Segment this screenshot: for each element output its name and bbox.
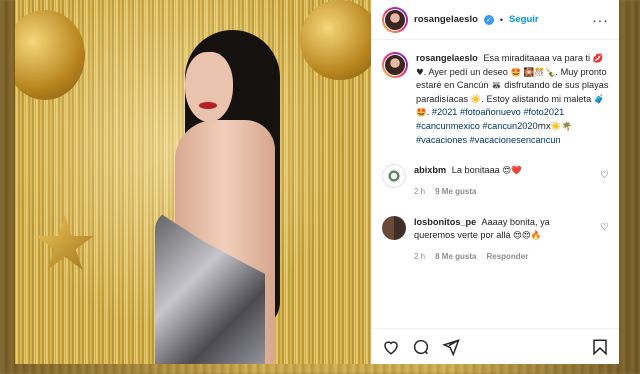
comment-avatar[interactable] bbox=[382, 164, 406, 189]
comment-body: losbonitos_pe Aaaay bonita, ya queremos … bbox=[414, 216, 609, 263]
comment-likes[interactable]: 8 Me gusta bbox=[435, 251, 476, 264]
post-photo[interactable] bbox=[15, 0, 371, 364]
follow-button[interactable]: Seguir bbox=[509, 14, 539, 25]
comment-meta: 2 h 9 Me gusta bbox=[414, 186, 593, 199]
heart-icon[interactable]: ♡ bbox=[600, 222, 609, 233]
hashtag[interactable]: #fotoañonuevo bbox=[460, 107, 521, 117]
comment-item: abixbm La bonitaaa 😍❤️ 2 h 9 Me gusta ♡ bbox=[382, 164, 609, 198]
verified-icon: ✓ bbox=[483, 14, 494, 25]
comment-meta: 2 h 8 Me gusta Responder bbox=[414, 251, 593, 264]
comment-avatar[interactable] bbox=[382, 216, 406, 241]
photo-lips bbox=[199, 102, 217, 109]
comment-text: La bonitaaa bbox=[451, 165, 500, 176]
caption-part6: Estoy alistando mi maleta bbox=[486, 93, 592, 104]
comment-username[interactable]: losbonitos_pe bbox=[414, 217, 476, 227]
hashtag[interactable]: #vacacionesencancun bbox=[470, 135, 561, 145]
comment-emoji: 😍❤️ bbox=[502, 166, 522, 177]
comment-body: abixbm La bonitaaa 😍❤️ 2 h 9 Me gusta bbox=[414, 164, 609, 198]
avatar[interactable] bbox=[382, 6, 408, 33]
comments-section[interactable]: rosangelaeslo Esa miraditaaaa va para ti… bbox=[372, 40, 619, 328]
action-bar bbox=[372, 328, 619, 364]
hashtag[interactable]: #foto2021 bbox=[523, 107, 564, 117]
hashtag-suffix: mx☀️🌴 bbox=[537, 121, 573, 132]
heart-icon[interactable]: ♡ bbox=[600, 170, 609, 181]
share-icon[interactable] bbox=[442, 338, 460, 356]
caption-text: rosangelaeslo Esa miraditaaaa va para ti… bbox=[416, 52, 609, 146]
comment-item: losbonitos_pe Aaaay bonita, ya queremos … bbox=[382, 216, 609, 263]
post-sidebar: rosangelaeslo ✓ • Seguir ··· rosangelaes… bbox=[371, 0, 619, 364]
caption-avatar[interactable] bbox=[382, 52, 408, 78]
comment-time[interactable]: 2 h bbox=[414, 186, 425, 199]
comment-username[interactable]: abixbm bbox=[414, 165, 446, 175]
photo-face bbox=[185, 52, 233, 122]
bookmark-icon[interactable] bbox=[591, 338, 609, 356]
comment-likes[interactable]: 9 Me gusta bbox=[435, 186, 476, 199]
comment-reply[interactable]: Responder bbox=[486, 251, 528, 264]
caption: rosangelaeslo Esa miraditaaaa va para ti… bbox=[382, 52, 609, 146]
post-modal: rosangelaeslo ✓ • Seguir ··· rosangelaes… bbox=[15, 0, 619, 364]
comment-icon[interactable] bbox=[412, 338, 430, 356]
caption-emoji-3: 🎇🎊🍾. bbox=[523, 67, 559, 78]
separator-dot: • bbox=[499, 14, 504, 25]
comment-emoji: 😍😍🔥 bbox=[513, 230, 542, 241]
heart-icon[interactable] bbox=[382, 338, 400, 356]
header-username[interactable]: rosangelaeslo bbox=[414, 14, 478, 25]
hashtag[interactable]: #2021 bbox=[432, 107, 458, 117]
hashtag[interactable]: #vacaciones bbox=[416, 135, 467, 145]
comment-time[interactable]: 2 h bbox=[414, 251, 425, 264]
hashtag[interactable]: #cancunmexico bbox=[416, 121, 480, 131]
caption-part2: Ayer pedí un deseo bbox=[428, 66, 508, 77]
caption-emoji-2: 🤩 bbox=[510, 67, 522, 78]
more-icon[interactable]: ··· bbox=[592, 12, 609, 28]
gold-balloon bbox=[300, 0, 371, 80]
caption-username[interactable]: rosangelaeslo bbox=[416, 53, 478, 63]
caption-part1: Esa miraditaaaa va para ti bbox=[483, 53, 591, 63]
hashtag[interactable]: #cancun2020 bbox=[482, 121, 537, 131]
caption-emoji-5: ☀️. bbox=[470, 94, 484, 105]
post-header: rosangelaeslo ✓ • Seguir ··· bbox=[372, 0, 619, 40]
caption-emoji-4: 🦝 bbox=[491, 81, 502, 92]
